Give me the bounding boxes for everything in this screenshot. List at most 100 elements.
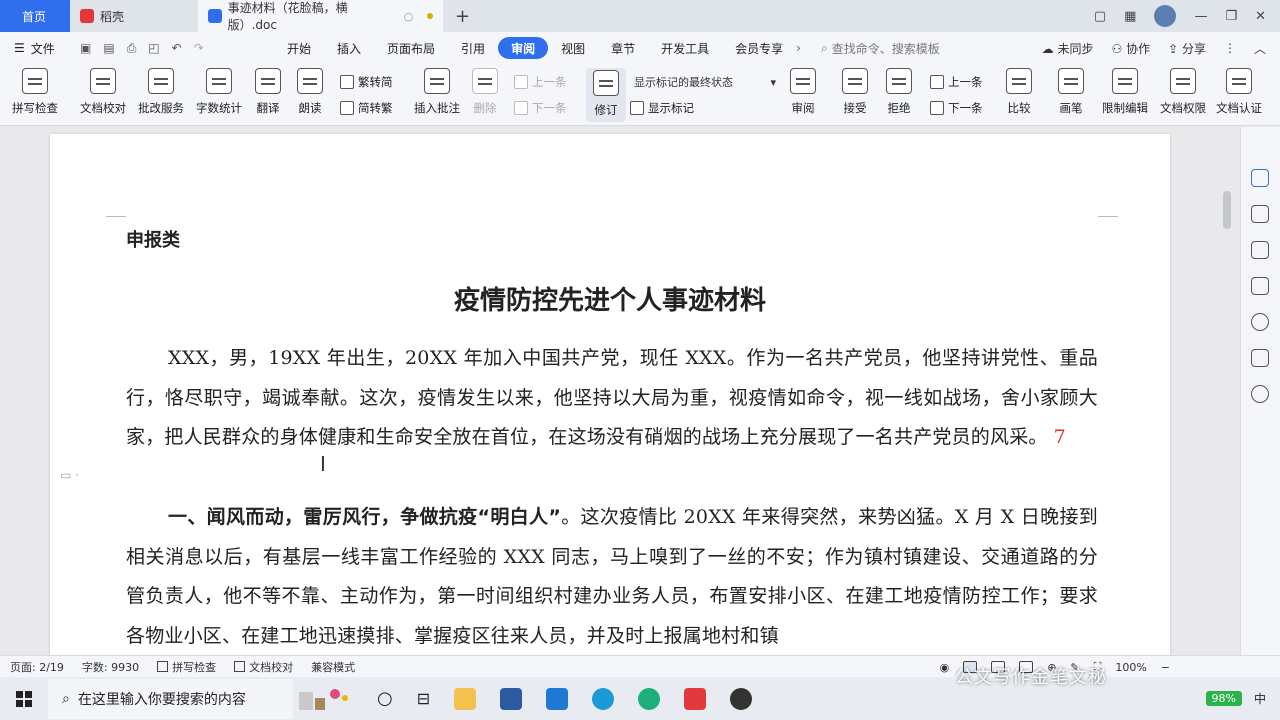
pen-tool-icon[interactable] — [1251, 205, 1269, 223]
cortana-icon[interactable]: ○ — [377, 688, 393, 709]
next-comment-button[interactable]: 下一条 — [514, 100, 567, 116]
menu-more-icon[interactable]: › — [796, 41, 801, 55]
menu-developer[interactable]: 开发工具 — [648, 37, 722, 59]
reject-button[interactable]: 拒绝 — [886, 68, 912, 116]
spellcheck-status[interactable]: 拼写检查 — [157, 659, 216, 675]
menu-member[interactable]: 会员专享 — [722, 37, 796, 59]
review-pane-button[interactable]: 审阅 — [790, 68, 816, 116]
zoom-out-icon[interactable]: − — [1161, 661, 1170, 674]
word-count-button[interactable]: 字数统计 — [196, 68, 242, 116]
share-button[interactable]: ⇪ 分享 — [1168, 40, 1206, 57]
export-icon[interactable]: ▤ — [103, 41, 114, 56]
tab-close-icon[interactable]: ○ — [404, 10, 414, 23]
redo-icon[interactable]: ↷ — [194, 41, 204, 56]
accept-button[interactable]: 接受 — [842, 68, 868, 116]
page-indicator[interactable]: 页面: 2/19 — [10, 659, 64, 675]
show-markup-button[interactable]: 显示标记 — [630, 100, 694, 116]
compare-button[interactable]: 比较 — [1006, 68, 1032, 116]
app-icon[interactable] — [500, 687, 523, 710]
image-icon[interactable] — [1251, 349, 1269, 367]
preview-icon[interactable]: ◰ — [148, 41, 159, 56]
collab-button[interactable]: ⚇ 协作 — [1112, 40, 1151, 57]
next-change-button[interactable]: 下一条 — [930, 100, 983, 116]
taskbar-search[interactable]: ⌕ 在这里输入你要搜索的内容 — [48, 678, 293, 719]
layout-icon[interactable]: ▢ — [1094, 9, 1106, 24]
tab-document[interactable]: 事迹材料（花脸稿，横版）.doc ○ — [198, 0, 443, 32]
menu-page-layout[interactable]: 页面布局 — [374, 37, 448, 59]
next-comment-icon — [514, 101, 528, 115]
file-explorer-icon[interactable] — [454, 687, 477, 710]
menu-start[interactable]: 开始 — [274, 37, 324, 59]
avatar[interactable] — [1154, 5, 1177, 27]
taskbar-search-text: 在这里输入你要搜索的内容 — [77, 691, 246, 708]
review-pane-label: 审阅 — [791, 101, 815, 115]
review-ribbon: 拼写检查 文档校对 批改服务 字数统计 翻译 朗读 繁转简 简转繁 插入批注 删… — [0, 64, 1280, 126]
restore-icon[interactable]: ❐ — [1225, 9, 1237, 24]
more-options-icon[interactable]: ⋮ — [1224, 41, 1236, 55]
doc-proofread-button[interactable]: 文档校对 — [80, 68, 126, 116]
minimize-icon[interactable]: — — [1194, 9, 1207, 24]
menu-chapter[interactable]: 章节 — [598, 37, 648, 59]
sync-status[interactable]: ☁ 未同步 — [1042, 40, 1094, 57]
margin-mark — [106, 216, 126, 217]
undo-icon[interactable]: ↶ — [172, 41, 182, 56]
tab-docer[interactable]: 稻壳 — [70, 0, 198, 32]
mail-icon[interactable] — [546, 687, 569, 710]
print-icon[interactable]: ⎙ — [127, 41, 137, 56]
wps-icon[interactable] — [684, 687, 707, 710]
spellcheck-button[interactable]: 拼写检查 — [12, 68, 58, 116]
menu-insert[interactable]: 插入 — [324, 37, 374, 59]
translate-label: 翻译 — [256, 101, 280, 115]
quick-access: ▣ ▤ ⎙ ◰ ↶ ↷ — [74, 41, 274, 56]
delete-comment-button[interactable]: 删除 — [472, 68, 498, 116]
document-area[interactable]: 申报类 疫情防控先进个人事迹材料 XXX，男，19XX 年出生，20XX 年加入… — [0, 127, 1240, 655]
ai-assistant-icon[interactable] — [1251, 169, 1269, 187]
markup-state-select[interactable]: 显示标记的最终状态 ▾ — [630, 72, 780, 92]
revise-button[interactable]: 修订 — [586, 68, 626, 122]
word-count-indicator[interactable]: 字数: 9930 — [82, 659, 139, 675]
task-view-icon[interactable]: ⊟ — [417, 689, 430, 708]
edge-icon[interactable] — [592, 687, 615, 710]
menu-view[interactable]: 视图 — [548, 37, 598, 59]
prev-change-button[interactable]: 上一条 — [930, 74, 983, 90]
save-icon[interactable]: ▣ — [80, 41, 91, 56]
proofread-status[interactable]: 文档校对 — [234, 659, 293, 675]
location-icon[interactable] — [1251, 385, 1269, 403]
doc-rights-button[interactable]: 文档权限 — [1160, 68, 1206, 116]
select-cursor-icon[interactable] — [1251, 241, 1269, 259]
insert-comment-button[interactable]: 插入批注 — [414, 68, 460, 116]
trad-to-simp-button[interactable]: 繁转简 — [340, 74, 393, 90]
eye-protection-icon[interactable]: ◉ — [940, 661, 950, 674]
translate-button[interactable]: 翻译 — [255, 68, 281, 116]
restrict-edit-button[interactable]: 限制编辑 — [1102, 68, 1148, 116]
help-icon[interactable] — [1251, 313, 1269, 331]
menu-review[interactable]: 审阅 — [498, 37, 549, 59]
system-tray: 98% 中 — [1205, 677, 1280, 720]
collapse-ribbon-icon[interactable]: ︿ — [1254, 40, 1266, 57]
document-page[interactable]: 申报类 疫情防控先进个人事迹材料 XXX，男，19XX 年出生，20XX 年加入… — [50, 134, 1170, 655]
new-tab-button[interactable]: + — [455, 6, 470, 27]
read-aloud-button[interactable]: 朗读 — [297, 68, 323, 116]
edge-beta-icon[interactable] — [638, 687, 661, 710]
command-search[interactable]: ⌕ 查找命令、搜索模板 — [821, 40, 940, 57]
zoom-level[interactable]: 100% — [1115, 661, 1146, 674]
scrollbar-thumb[interactable] — [1223, 191, 1231, 229]
file-menu[interactable]: ☰ 文件 — [0, 40, 74, 57]
menu-references[interactable]: 引用 — [448, 37, 498, 59]
prev-comment-button[interactable]: 上一条 — [514, 74, 567, 90]
close-window-icon[interactable]: ✕ — [1255, 9, 1266, 24]
paragraph-handle-icon[interactable]: ▭ · — [60, 468, 79, 482]
recorder-icon[interactable] — [730, 687, 753, 710]
battery-indicator[interactable]: 98% — [1205, 691, 1242, 706]
simp-to-trad-button[interactable]: 简转繁 — [340, 100, 393, 116]
adjust-icon[interactable] — [1251, 277, 1269, 295]
tab-bar: 首页 稻壳 事迹材料（花脸稿，横版）.doc ○ + ▢ ▦ — ❐ ✕ — [0, 0, 1280, 32]
grid-icon[interactable]: ▦ — [1124, 9, 1136, 24]
start-button[interactable] — [0, 690, 48, 707]
ink-button[interactable]: 画笔 — [1058, 68, 1084, 116]
tab-home[interactable]: 首页 — [0, 0, 70, 32]
vertical-scrollbar[interactable] — [1220, 127, 1234, 655]
doc-cert-button[interactable]: 文档认证 — [1216, 68, 1262, 116]
ime-indicator[interactable]: 中 — [1254, 690, 1266, 707]
batch-service-button[interactable]: 批改服务 — [138, 68, 184, 116]
